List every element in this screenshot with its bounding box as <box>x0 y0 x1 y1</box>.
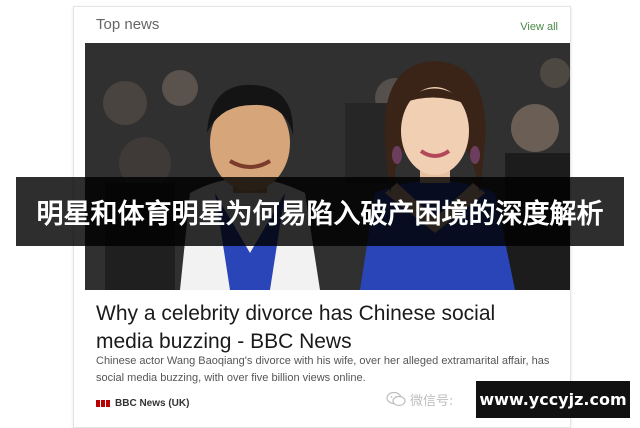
view-all-link[interactable]: View all <box>520 21 558 33</box>
wechat-watermark: 微信号: <box>386 389 453 409</box>
news-photo[interactable] <box>85 43 570 290</box>
card-header: Top news View all <box>96 16 558 38</box>
source-name: BBC News (UK) <box>115 397 190 409</box>
overlay-title: 明星和体育明星为何易陷入破产困境的深度解析 <box>36 199 604 230</box>
site-badge[interactable]: www.yccyjz.com <box>476 381 630 418</box>
news-photo-illustration <box>85 43 570 290</box>
overlay-title-bar: 明星和体育明星为何易陷入破产困境的深度解析 <box>16 177 624 246</box>
wechat-label: 微信号: <box>410 393 454 409</box>
news-headline[interactable]: Why a celebrity divorce has Chinese soci… <box>96 300 556 356</box>
bbc-logo-icon <box>96 399 110 407</box>
wechat-icon <box>386 391 406 407</box>
site-url: www.yccyjz.com <box>479 390 627 409</box>
news-source[interactable]: BBC News (UK) <box>96 396 189 410</box>
card-title: Top news <box>96 16 160 33</box>
